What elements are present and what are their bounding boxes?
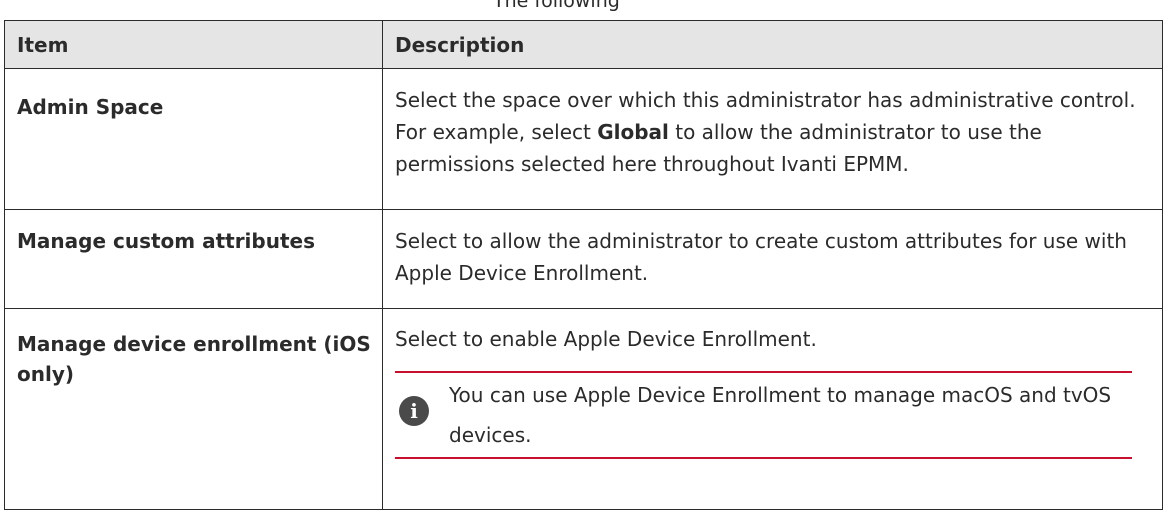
row-description-manage-device-enrollment: Select to enable Apple Device Enrollment… (382, 308, 1163, 510)
row-item-manage-custom-attributes: Manage custom attributes (4, 209, 383, 309)
row-item-admin-space: Admin Space (4, 68, 383, 210)
info-icon: i (399, 396, 429, 426)
table-row: Manage custom attributes Select to allow… (4, 209, 1163, 309)
description-text: Select to enable Apple Device Enrollment… (395, 327, 817, 351)
clipped-caption-text: The following (493, 0, 620, 12)
column-header-item: Item (4, 20, 383, 69)
description-bold-global: Global (597, 120, 669, 144)
row-item-manage-device-enrollment: Manage device enrollment (iOS only) (4, 308, 383, 510)
table-row: Manage device enrollment (iOS only) Sele… (4, 308, 1163, 510)
row-description-manage-custom-attributes: Select to allow the administrator to cre… (382, 209, 1163, 309)
row-description-admin-space: Select the space over which this adminis… (382, 68, 1163, 210)
permissions-table: Item Description Admin Space Select the … (4, 20, 1163, 510)
column-header-description: Description (382, 20, 1163, 69)
table-header-row: Item Description (4, 20, 1163, 69)
table-row: Admin Space Select the space over which … (4, 68, 1163, 210)
info-note: i You can use Apple Device Enrollment to… (395, 371, 1132, 459)
clipped-caption: The following (0, 0, 1166, 20)
info-note-text: You can use Apple Device Enrollment to m… (449, 383, 1112, 447)
